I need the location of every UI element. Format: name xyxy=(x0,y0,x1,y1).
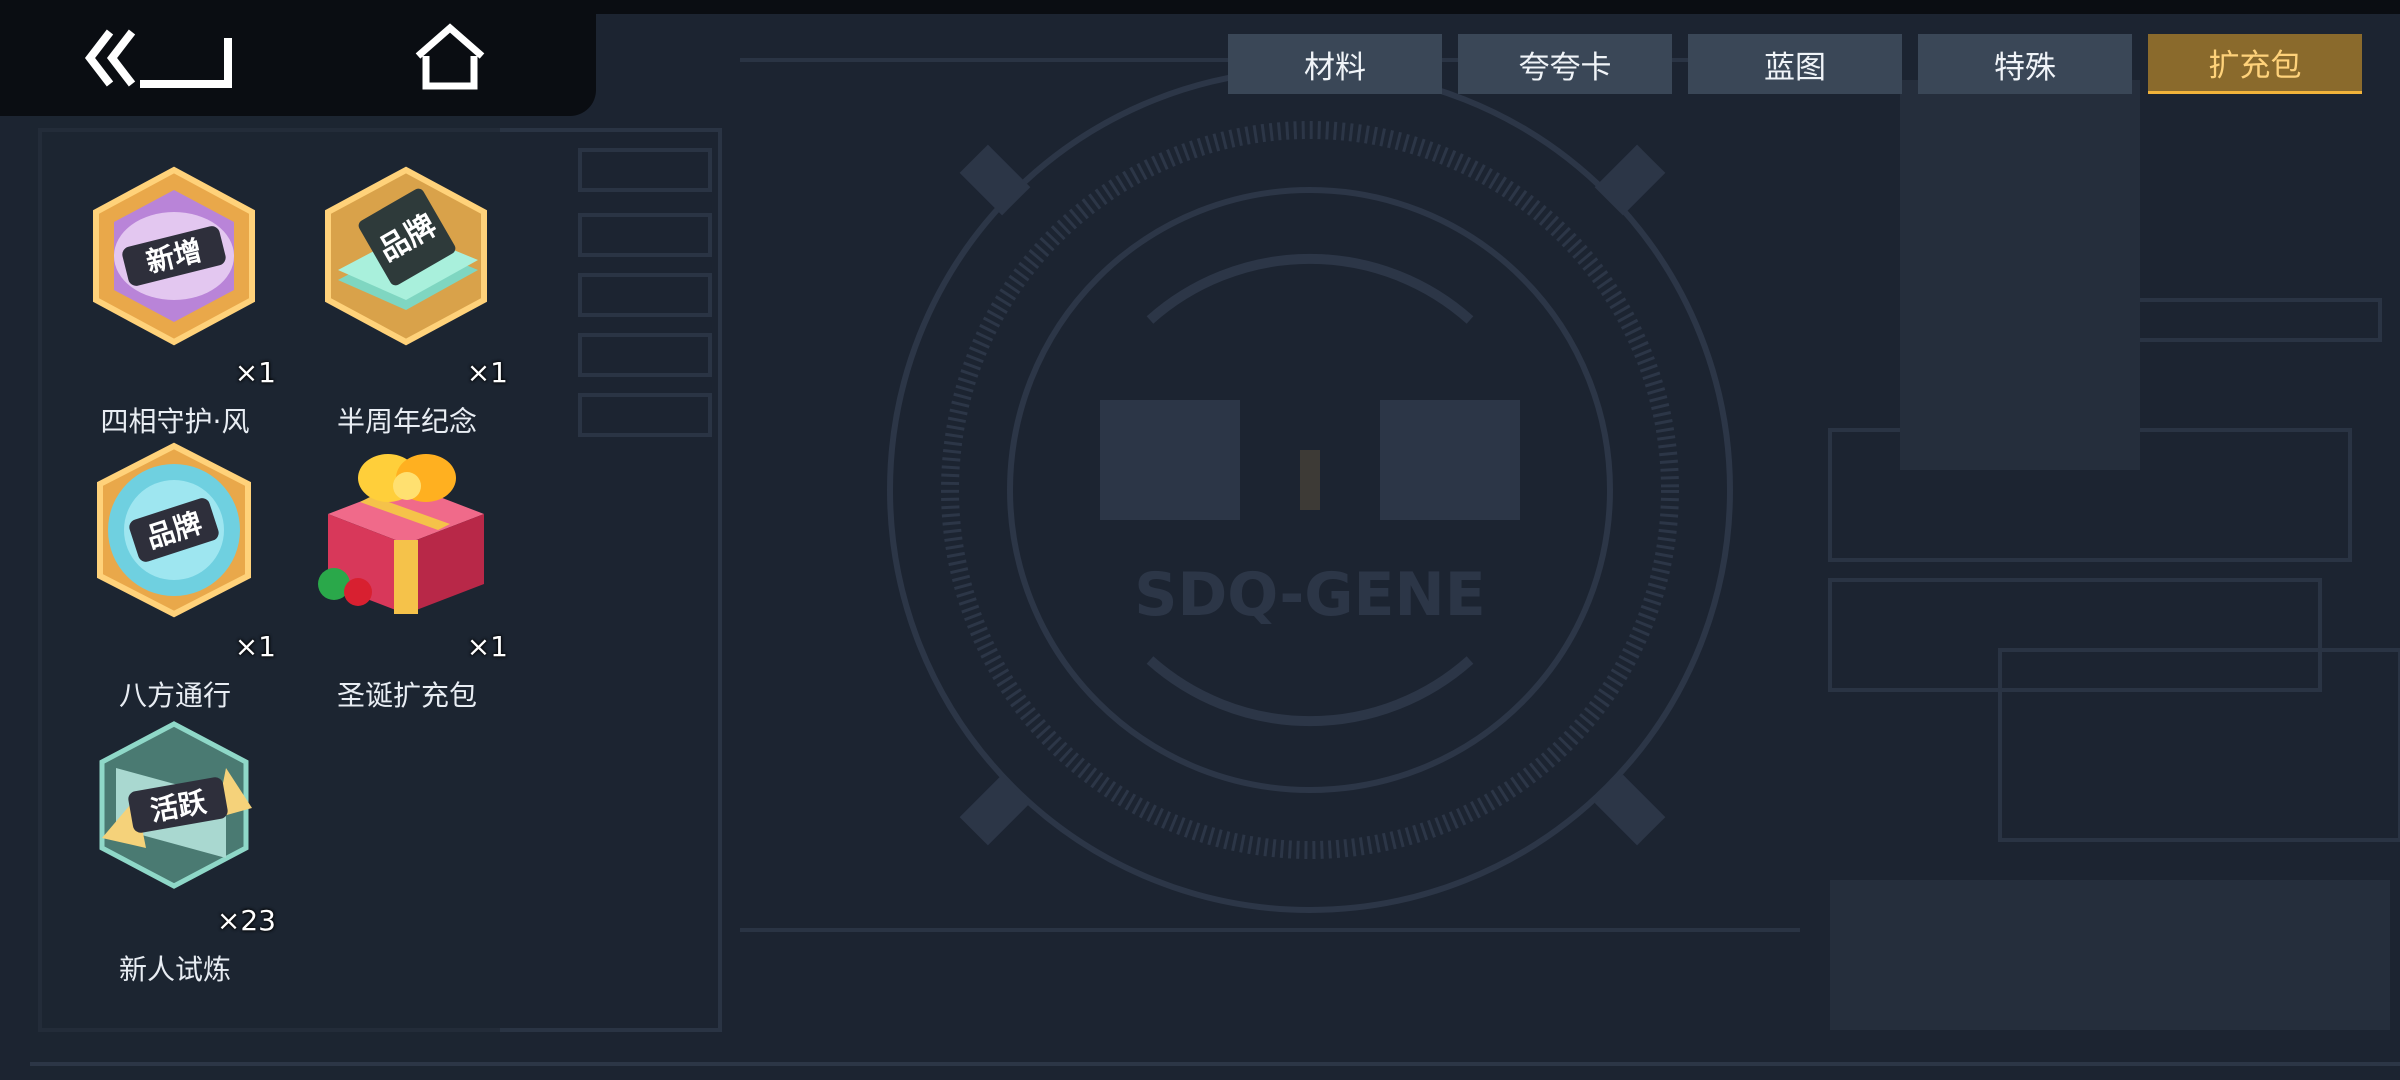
inventory-item[interactable]: 品牌 ×1 半周年纪念 xyxy=(296,160,518,438)
home-icon xyxy=(415,23,485,90)
item-name: 圣诞扩充包 xyxy=(336,679,477,712)
item-count: ×23 xyxy=(216,904,276,937)
bottom-divider xyxy=(30,1062,2400,1066)
back-arrow-icon xyxy=(84,29,232,88)
round-badge-icon: 品牌 xyxy=(97,442,251,618)
hexagon-badge-icon: 新增 xyxy=(93,166,255,346)
inventory-item[interactable]: ×1 圣诞扩充包 xyxy=(296,434,518,712)
item-count: ×1 xyxy=(234,630,276,663)
nav-bar xyxy=(0,0,596,116)
tab-materials[interactable]: 材料 xyxy=(1228,34,1442,94)
inventory-item[interactable]: 品牌 ×1 八方通行 xyxy=(64,434,286,712)
item-name: 新人试炼 xyxy=(118,953,231,986)
tab-praise-card[interactable]: 夸夸卡 xyxy=(1458,34,1672,94)
background-logo-text: SDQ-GENE xyxy=(1134,560,1485,630)
item-count: ×1 xyxy=(234,356,276,389)
item-count: ×1 xyxy=(466,630,508,663)
top-strip xyxy=(596,0,2400,14)
tab-expansion-pack[interactable]: 扩充包 xyxy=(2148,34,2362,94)
back-button[interactable] xyxy=(80,22,240,94)
home-button[interactable] xyxy=(410,22,490,94)
gift-box-icon xyxy=(318,454,484,614)
hexagon-badge-icon: 活跃 xyxy=(99,721,252,889)
item-count: ×1 xyxy=(466,356,508,389)
inventory-item[interactable]: 新增 ×1 四相守护·风 xyxy=(64,160,286,438)
chip-badge-icon: 品牌 xyxy=(325,166,487,346)
inventory-item[interactable]: 活跃 ×23 新人试炼 xyxy=(64,708,286,986)
tab-blueprint[interactable]: 蓝图 xyxy=(1688,34,1902,94)
tab-special[interactable]: 特殊 xyxy=(1918,34,2132,94)
